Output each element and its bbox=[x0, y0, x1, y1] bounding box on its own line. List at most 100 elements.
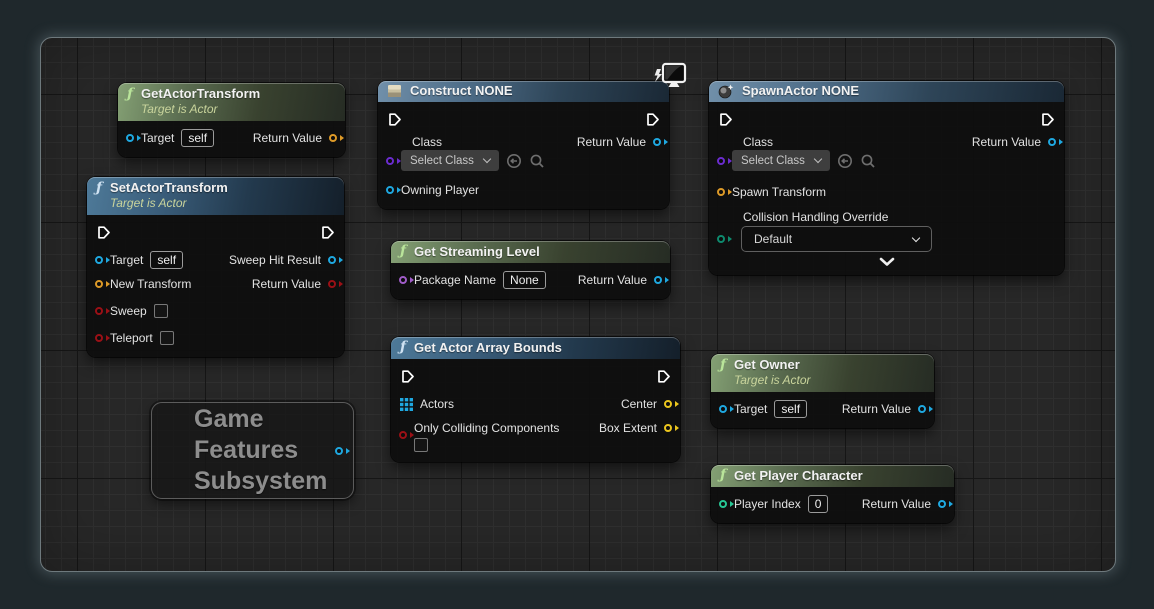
browse-icon[interactable] bbox=[529, 153, 545, 169]
player-index-field[interactable]: 0 bbox=[808, 495, 829, 513]
node-header[interactable]: ƒ Get Streaming Level bbox=[391, 241, 670, 263]
class-label: Class bbox=[412, 135, 442, 149]
node-get-actor-array-bounds[interactable]: ƒ Get Actor Array Bounds Actors bbox=[391, 337, 680, 462]
return-value-pin[interactable] bbox=[329, 134, 337, 142]
class-select-dropdown[interactable]: Select Class bbox=[401, 150, 499, 171]
node-header[interactable]: ƒ GetActorTransform Target is Actor bbox=[118, 83, 345, 121]
target-label: Target bbox=[141, 131, 174, 145]
only-colliding-label: Only Colliding Components bbox=[414, 421, 559, 435]
package-name-field[interactable]: None bbox=[503, 271, 546, 289]
target-value-field[interactable]: self bbox=[774, 400, 807, 418]
target-value-field[interactable]: self bbox=[181, 129, 214, 147]
node-header[interactable]: ƒ Get Owner Target is Actor bbox=[711, 354, 934, 392]
return-value-pin[interactable] bbox=[654, 276, 662, 284]
exec-in-pin[interactable] bbox=[96, 225, 111, 240]
node-title: Get Player Character bbox=[734, 468, 863, 484]
spawn-actor-icon bbox=[718, 84, 734, 99]
target-value-field[interactable]: self bbox=[150, 251, 183, 269]
return-value-label: Return Value bbox=[862, 497, 931, 511]
new-transform-pin[interactable] bbox=[95, 280, 103, 288]
node-subtitle: Target is Actor bbox=[141, 102, 260, 117]
node-title: GetActorTransform bbox=[141, 86, 260, 102]
return-value-label: Return Value bbox=[842, 402, 911, 416]
owning-player-pin[interactable] bbox=[386, 186, 394, 194]
sweep-hit-result-pin[interactable] bbox=[328, 256, 336, 264]
chevron-down-icon bbox=[912, 233, 920, 241]
class-pin[interactable] bbox=[386, 157, 394, 165]
return-value-pin[interactable] bbox=[328, 280, 336, 288]
target-label: Target bbox=[110, 253, 143, 267]
sweep-hit-result-label: Sweep Hit Result bbox=[229, 253, 321, 267]
node-set-actor-transform[interactable]: ƒ SetActorTransform Target is Actor Targ… bbox=[87, 177, 344, 357]
only-colliding-pin[interactable] bbox=[399, 431, 407, 439]
sweep-pin[interactable] bbox=[95, 307, 103, 315]
exec-out-pin[interactable] bbox=[1040, 112, 1055, 127]
exec-in-pin[interactable] bbox=[387, 112, 402, 127]
node-title: Get Streaming Level bbox=[414, 244, 540, 260]
node-header[interactable]: ƒ Get Actor Array Bounds bbox=[391, 337, 680, 359]
blueprint-editor-canvas: { "pin_colors": { "exec": "#ffffff", "ob… bbox=[0, 0, 1154, 609]
class-pin[interactable] bbox=[717, 157, 725, 165]
class-select-dropdown[interactable]: Select Class bbox=[732, 150, 830, 171]
exec-in-pin[interactable] bbox=[718, 112, 733, 127]
use-selected-icon[interactable] bbox=[506, 153, 522, 169]
node-header[interactable]: Construct NONE bbox=[378, 81, 669, 102]
exec-in-pin[interactable] bbox=[400, 369, 415, 384]
node-get-player-character[interactable]: ƒ Get Player Character Player Index 0 Re… bbox=[711, 465, 954, 523]
spawn-transform-pin[interactable] bbox=[717, 188, 725, 196]
owning-player-label: Owning Player bbox=[401, 183, 479, 197]
center-label: Center bbox=[621, 397, 657, 411]
node-construct-object[interactable]: Construct NONE Class Return Value Select… bbox=[378, 81, 669, 209]
center-pin[interactable] bbox=[664, 400, 672, 408]
blueprint-graph-panel[interactable]: ƒ GetActorTransform Target is Actor Targ… bbox=[40, 37, 1116, 572]
node-title: Get Owner bbox=[734, 357, 810, 373]
node-title: SpawnActor NONE bbox=[742, 83, 859, 99]
target-pin[interactable] bbox=[95, 256, 103, 264]
actors-array-pin[interactable] bbox=[400, 398, 413, 411]
box-extent-label: Box Extent bbox=[599, 421, 657, 435]
only-colliding-checkbox[interactable] bbox=[414, 438, 428, 452]
node-header[interactable]: ƒ SetActorTransform Target is Actor bbox=[87, 177, 344, 215]
node-get-owner[interactable]: ƒ Get Owner Target is Actor Target self … bbox=[711, 354, 934, 428]
player-index-pin[interactable] bbox=[719, 500, 727, 508]
node-title: Get Actor Array Bounds bbox=[414, 340, 562, 356]
collision-handling-dropdown[interactable]: Default bbox=[741, 226, 932, 252]
teleport-label: Teleport bbox=[110, 331, 153, 345]
return-value-pin[interactable] bbox=[938, 500, 946, 508]
box-extent-pin[interactable] bbox=[664, 424, 672, 432]
node-get-streaming-level[interactable]: ƒ Get Streaming Level Package Name None … bbox=[391, 241, 670, 299]
node-get-actor-transform[interactable]: ƒ GetActorTransform Target is Actor Targ… bbox=[118, 83, 345, 157]
subsystem-node-label: Game Features Subsystem bbox=[152, 404, 327, 497]
collision-handling-pin[interactable] bbox=[717, 235, 725, 243]
chevron-down-icon bbox=[814, 155, 822, 163]
browse-icon[interactable] bbox=[860, 153, 876, 169]
target-pin[interactable] bbox=[719, 405, 727, 413]
exec-out-pin[interactable] bbox=[645, 112, 660, 127]
collision-handling-label: Collision Handling Override bbox=[743, 210, 888, 224]
node-spawn-actor[interactable]: SpawnActor NONE Class Return Value Selec… bbox=[709, 81, 1064, 275]
function-icon: ƒ bbox=[400, 339, 406, 356]
package-name-pin[interactable] bbox=[399, 276, 407, 284]
function-icon: ƒ bbox=[400, 243, 406, 260]
node-title: SetActorTransform bbox=[110, 180, 228, 196]
node-header[interactable]: ƒ Get Player Character bbox=[711, 465, 954, 487]
teleport-pin[interactable] bbox=[95, 334, 103, 342]
class-label: Class bbox=[743, 135, 773, 149]
sweep-label: Sweep bbox=[110, 304, 147, 318]
subsystem-return-pin[interactable] bbox=[335, 447, 343, 455]
exec-out-pin[interactable] bbox=[320, 225, 335, 240]
sweep-checkbox[interactable] bbox=[154, 304, 168, 318]
teleport-checkbox[interactable] bbox=[160, 331, 174, 345]
package-name-label: Package Name bbox=[414, 273, 496, 287]
return-value-pin[interactable] bbox=[918, 405, 926, 413]
node-header[interactable]: SpawnActor NONE bbox=[709, 81, 1064, 102]
return-value-pin[interactable] bbox=[653, 138, 661, 146]
return-value-pin[interactable] bbox=[1048, 138, 1056, 146]
expand-node-button[interactable] bbox=[709, 255, 1064, 268]
new-transform-label: New Transform bbox=[110, 277, 191, 291]
node-game-features-subsystem[interactable]: Game Features Subsystem bbox=[151, 402, 354, 499]
target-pin[interactable] bbox=[126, 134, 134, 142]
player-index-label: Player Index bbox=[734, 497, 801, 511]
use-selected-icon[interactable] bbox=[837, 153, 853, 169]
exec-out-pin[interactable] bbox=[656, 369, 671, 384]
